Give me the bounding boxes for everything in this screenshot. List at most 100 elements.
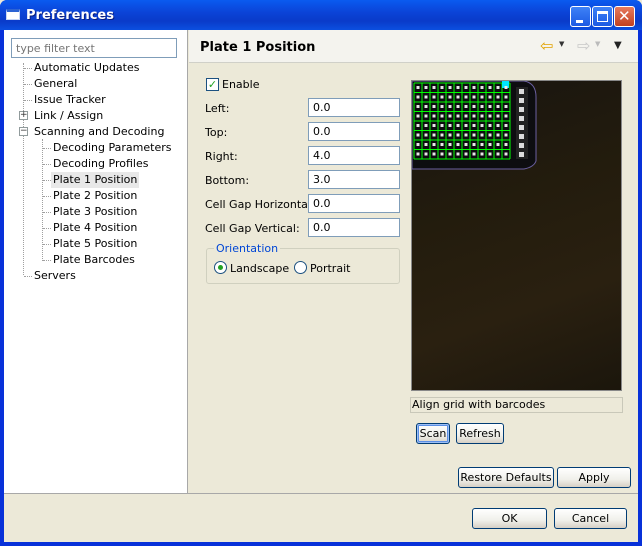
restore-defaults-button[interactable]: Restore Defaults — [458, 467, 554, 488]
frame-right — [638, 30, 642, 546]
barcode-cell — [496, 86, 500, 89]
barcode-cell — [488, 95, 492, 99]
barcode-cell — [432, 86, 436, 89]
minimize-icon — [576, 20, 583, 23]
refresh-button[interactable]: Refresh — [456, 423, 504, 444]
tree-line — [24, 100, 32, 101]
right-label: Right: — [205, 150, 238, 163]
portrait-radio[interactable] — [294, 261, 307, 274]
ok-button[interactable]: OK — [472, 508, 547, 529]
filter-input[interactable] — [11, 38, 177, 58]
barcode-cell — [472, 86, 476, 89]
status-message: Align grid with barcodes — [410, 397, 623, 413]
cell-gap-horizontal-input[interactable] — [308, 194, 400, 213]
minimize-button[interactable] — [570, 6, 591, 27]
barcode-cell — [464, 143, 468, 146]
checkbox-box[interactable]: ✓ — [206, 78, 219, 91]
tree-item-issue-tracker[interactable]: Issue Tracker — [34, 92, 106, 108]
barcode-cell — [519, 125, 524, 130]
tree-item-decoding-profiles[interactable]: Decoding Profiles — [53, 156, 148, 172]
barcode-cell — [440, 143, 444, 146]
tree-item-general[interactable]: General — [34, 76, 77, 92]
barcode-cell — [456, 152, 460, 156]
cancel-button[interactable]: Cancel — [554, 508, 627, 529]
cell-gap-vertical-input[interactable] — [308, 218, 400, 237]
barcode-cell — [480, 143, 484, 146]
close-button[interactable]: ✕ — [614, 6, 635, 27]
tree-line — [43, 148, 51, 149]
portrait-label[interactable]: Portrait — [310, 262, 350, 275]
barcode-cell — [472, 114, 476, 118]
arrow-left-icon[interactable]: ⇦ — [540, 38, 553, 54]
barcode-cell — [440, 105, 444, 108]
barcode-cell — [480, 152, 484, 156]
barcode-cell — [448, 152, 452, 156]
tree-line — [42, 139, 43, 261]
barcode-cell — [496, 152, 500, 156]
tree-item-automatic-updates[interactable]: Automatic Updates — [34, 60, 139, 76]
barcode-cell — [440, 114, 444, 118]
barcode-cell — [488, 133, 492, 137]
tree-item-scanning-and-decoding[interactable]: Scanning and Decoding — [34, 124, 164, 140]
dialog-client: + − Automatic Updates General Issue Trac… — [4, 30, 638, 542]
barcode-cell — [440, 152, 444, 156]
view-menu-icon[interactable]: ▼ — [614, 40, 622, 51]
barcode-cell — [456, 114, 460, 118]
barcode-cell — [504, 86, 508, 89]
barcode-cell — [432, 124, 436, 127]
right-input[interactable] — [308, 146, 400, 165]
barcode-cell — [472, 95, 476, 99]
barcode-cell — [456, 143, 460, 146]
left-input[interactable] — [308, 98, 400, 117]
back-dropdown-icon[interactable]: ▼ — [559, 40, 564, 48]
tree-item-plate-1-position[interactable]: Plate 1 Position — [51, 172, 140, 188]
landscape-radio[interactable] — [214, 261, 227, 274]
tree-item-plate-5-position[interactable]: Plate 5 Position — [53, 236, 137, 252]
barcode-cell — [448, 143, 452, 146]
forward-dropdown-icon: ▼ — [595, 40, 601, 48]
plate-preview-image[interactable] — [411, 80, 622, 391]
barcode-cell — [432, 114, 436, 118]
barcode-cell — [448, 95, 452, 99]
barcode-cell — [472, 143, 476, 146]
tree-item-plate-3-position[interactable]: Plate 3 Position — [53, 204, 137, 220]
maximize-button[interactable] — [592, 6, 613, 27]
expand-icon[interactable]: + — [19, 111, 28, 120]
bottom-input[interactable] — [308, 170, 400, 189]
tree-item-link-assign[interactable]: Link / Assign — [34, 108, 103, 124]
tree-line — [43, 212, 51, 213]
tree-item-decoding-parameters[interactable]: Decoding Parameters — [53, 140, 171, 156]
barcode-cell — [448, 105, 452, 108]
barcode-cell — [464, 86, 468, 89]
barcode-cell — [488, 86, 492, 89]
barcode-cell — [504, 152, 508, 156]
tree-item-plate-4-position[interactable]: Plate 4 Position — [53, 220, 137, 236]
tree-item-plate-barcodes[interactable]: Plate Barcodes — [53, 252, 135, 268]
arrow-right-icon: ⇨ — [577, 36, 591, 55]
title-bar[interactable]: Preferences ✕ — [0, 0, 642, 30]
barcode-cell — [519, 107, 524, 112]
tree-item-servers[interactable]: Servers — [34, 268, 76, 284]
barcode-cell — [448, 86, 452, 89]
barcode-cell — [488, 105, 492, 108]
cell-gap-horizontal-label: Cell Gap Horizontal: — [205, 198, 315, 211]
apply-button[interactable]: Apply — [557, 467, 631, 488]
orientation-legend: Orientation — [214, 242, 281, 255]
tree-item-plate-2-position[interactable]: Plate 2 Position — [53, 188, 137, 204]
barcode-cell — [424, 105, 428, 108]
collapse-icon[interactable]: − — [19, 127, 28, 136]
barcode-cell — [424, 133, 428, 137]
barcode-cell — [480, 133, 484, 137]
barcode-cell — [416, 105, 420, 108]
window-icon — [6, 9, 20, 20]
bottom-label: Bottom: — [205, 174, 250, 187]
barcode-cell — [464, 133, 468, 137]
barcode-cell — [496, 133, 500, 137]
tree-line — [23, 63, 24, 275]
top-input[interactable] — [308, 122, 400, 141]
scan-button[interactable]: Scan — [416, 423, 450, 444]
landscape-label[interactable]: Landscape — [230, 262, 289, 275]
barcode-cell — [519, 98, 524, 103]
barcode-cell — [480, 105, 484, 108]
barcode-cell — [480, 95, 484, 99]
